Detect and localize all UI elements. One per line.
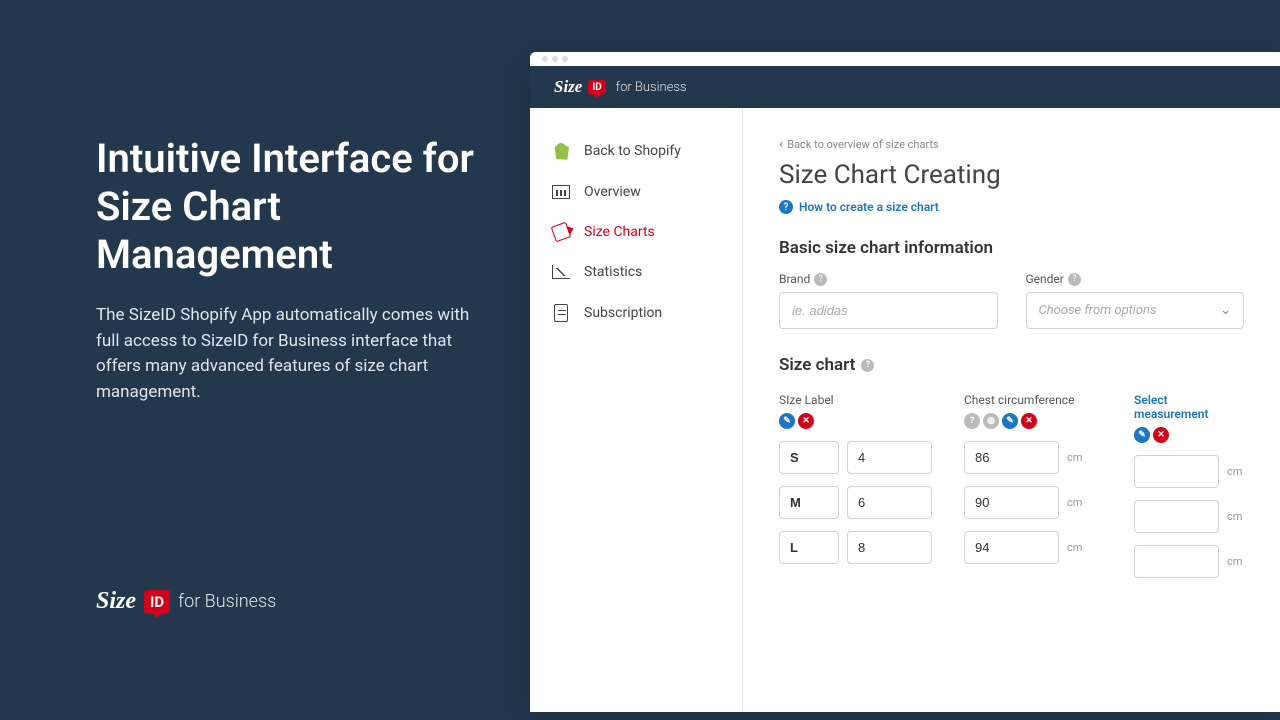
- back-link[interactable]: Back to overview of size charts: [779, 136, 1244, 152]
- size-number-input[interactable]: [847, 486, 932, 519]
- unit-label: cm: [1067, 451, 1082, 464]
- select-measurement-link[interactable]: Select measurement: [1134, 393, 1244, 421]
- footer-logo: Size ID for Business: [96, 588, 276, 615]
- sidebar: Back to Shopify Overview Size Charts Sta…: [530, 108, 743, 712]
- nav-size-charts[interactable]: Size Charts: [530, 212, 742, 252]
- promo-body: The SizeID Shopify App automatically com…: [96, 303, 476, 405]
- stats-icon[interactable]: ◍: [983, 413, 999, 429]
- traffic-light-icon: [562, 56, 568, 62]
- help-icon[interactable]: ?: [814, 273, 827, 286]
- nav-statistics[interactable]: Statistics: [530, 252, 742, 292]
- help-link[interactable]: ? How to create a size chart: [779, 200, 1244, 214]
- column-size-label: SIze Label: [779, 393, 934, 407]
- unit-label: cm: [1067, 541, 1082, 554]
- brand-input[interactable]: [779, 292, 998, 329]
- window-titlebar: [530, 52, 1280, 66]
- nav-label: Subscription: [584, 305, 662, 321]
- help-link-label: How to create a size chart: [799, 200, 939, 214]
- size-label-input[interactable]: [779, 441, 839, 474]
- main-content: Back to overview of size charts Size Cha…: [743, 108, 1280, 712]
- section-basic-heading: Basic size chart information: [779, 238, 1244, 258]
- chest-input[interactable]: [964, 441, 1059, 474]
- chest-input[interactable]: [964, 486, 1059, 519]
- nav-back-to-shopify[interactable]: Back to Shopify: [530, 130, 742, 172]
- nav-label: Size Charts: [584, 224, 655, 240]
- edit-icon[interactable]: ✎: [1134, 427, 1150, 443]
- app-window: Size ID for Business Back to Shopify Ove…: [530, 52, 1280, 712]
- nav-subscription[interactable]: Subscription: [530, 292, 742, 334]
- traffic-light-icon: [542, 56, 548, 62]
- shopify-icon: [552, 142, 570, 160]
- unit-label: cm: [1227, 510, 1242, 523]
- brand-label: Brand ?: [779, 272, 998, 286]
- gender-label: Gender ?: [1026, 272, 1245, 286]
- size-number-input[interactable]: [847, 441, 932, 474]
- back-link-label: Back to overview of size charts: [787, 138, 939, 151]
- edit-icon[interactable]: ✎: [1002, 413, 1018, 429]
- help-icon: ?: [779, 200, 793, 214]
- app-header: Size ID for Business: [530, 66, 1280, 108]
- delete-icon[interactable]: ✕: [1153, 427, 1169, 443]
- chest-input[interactable]: [964, 531, 1059, 564]
- nav-overview[interactable]: Overview: [530, 172, 742, 212]
- document-icon: [552, 304, 570, 322]
- nav-label: Overview: [584, 184, 641, 200]
- header-logo-size: Size: [554, 77, 582, 97]
- measurement-input[interactable]: [1134, 455, 1219, 488]
- help-icon[interactable]: ?: [964, 413, 980, 429]
- logo-size-text: Size: [96, 588, 136, 615]
- unit-label: cm: [1227, 465, 1242, 478]
- overview-icon: [552, 185, 570, 199]
- size-number-input[interactable]: [847, 531, 932, 564]
- tag-icon: [552, 224, 570, 240]
- size-label-input[interactable]: [779, 531, 839, 564]
- delete-icon[interactable]: ✕: [798, 413, 814, 429]
- chart-icon: [552, 265, 570, 279]
- size-label-input[interactable]: [779, 486, 839, 519]
- column-chest: Chest circumference: [964, 393, 1104, 407]
- help-icon[interactable]: ?: [1068, 273, 1081, 286]
- nav-label: Back to Shopify: [584, 143, 681, 159]
- section-chart-heading: Size chart ?: [779, 355, 1244, 375]
- promo-panel: Intuitive Interface for Size Chart Manag…: [96, 135, 476, 405]
- header-logo-id: ID: [588, 80, 605, 95]
- nav-label: Statistics: [584, 264, 642, 280]
- edit-icon[interactable]: ✎: [779, 413, 795, 429]
- measurement-input[interactable]: [1134, 545, 1219, 578]
- gender-select[interactable]: Choose from options: [1026, 292, 1245, 329]
- logo-id-badge: ID: [144, 590, 170, 614]
- page-title: Size Chart Creating: [779, 160, 1244, 190]
- header-logo-business: for Business: [616, 80, 687, 95]
- help-icon[interactable]: ?: [861, 359, 874, 372]
- delete-icon[interactable]: ✕: [1021, 413, 1037, 429]
- measurement-input[interactable]: [1134, 500, 1219, 533]
- unit-label: cm: [1227, 555, 1242, 568]
- promo-headline: Intuitive Interface for Size Chart Manag…: [96, 135, 476, 279]
- unit-label: cm: [1067, 496, 1082, 509]
- traffic-light-icon: [552, 56, 558, 62]
- logo-business-text: for Business: [178, 591, 276, 612]
